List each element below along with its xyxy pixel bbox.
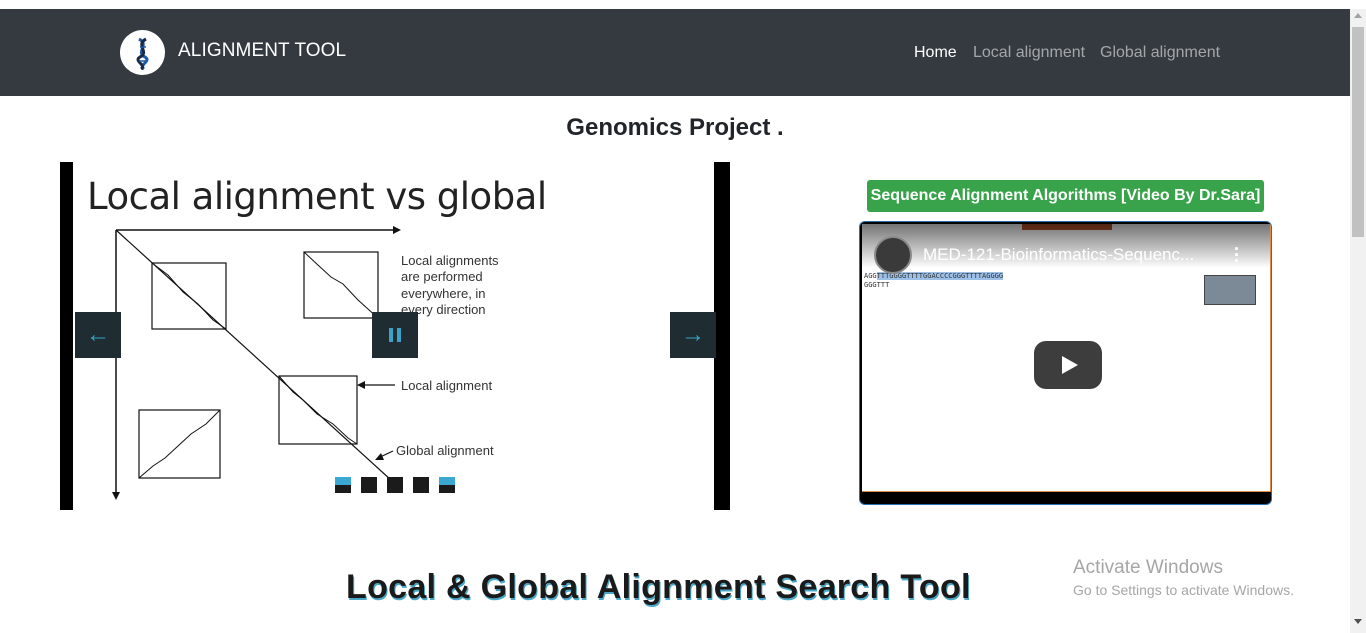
carousel-prev-button[interactable]: ← xyxy=(75,312,121,358)
page-title: Genomics Project . xyxy=(566,114,784,141)
channel-avatar[interactable] xyxy=(874,236,912,274)
play-button[interactable] xyxy=(1034,341,1102,389)
slide-label-local-desc-1: Local alignments xyxy=(401,253,499,268)
carousel-indicator-2[interactable] xyxy=(361,477,377,493)
video-title-button[interactable]: Sequence Alignment Algorithms [Video By … xyxy=(867,180,1264,212)
slide-label-global-alignment: Global alignment xyxy=(396,443,494,458)
carousel-indicators xyxy=(335,477,455,493)
slide-title: Local alignment vs global xyxy=(87,175,547,218)
sequence-line-2: GGGTTT xyxy=(864,281,890,289)
top-strip xyxy=(0,0,1366,9)
video-title[interactable]: MED-121-Bioinformatics-Sequenc... xyxy=(923,245,1194,265)
scroll-down-icon[interactable] xyxy=(1354,619,1362,624)
slide-label-local-alignment: Local alignment xyxy=(401,378,492,393)
page: ALIGNMENT TOOL Home Local alignment Glob… xyxy=(0,0,1366,633)
pause-icon xyxy=(389,328,401,342)
carousel-indicator-5[interactable] xyxy=(439,477,455,493)
slide-label-local-desc-2: are performed xyxy=(401,269,483,284)
arrow-right-icon: → xyxy=(681,321,705,348)
navbar: ALIGNMENT TOOL Home Local alignment Glob… xyxy=(0,9,1350,96)
video-embed[interactable]: AGGTTTGGGGTTTTGGACCCCGGGTTTTAGGGG GGGTTT… xyxy=(859,221,1272,505)
slide-label-local-desc-3: everywhere, in xyxy=(401,286,486,301)
arrow-left-icon: ← xyxy=(86,321,110,348)
carousel-indicator-3[interactable] xyxy=(387,477,403,493)
page-scrollbar[interactable] xyxy=(1350,9,1366,633)
scroll-up-icon[interactable] xyxy=(1354,13,1362,18)
video-thumbnail[interactable]: AGGTTTGGGGTTTTGGACCCCGGGTTTTAGGGG GGGTTT… xyxy=(862,224,1271,492)
carousel-pause-button[interactable] xyxy=(372,312,418,358)
search-tool-heading: Local & Global Alignment Search Tool xyxy=(346,568,971,606)
more-options-icon[interactable]: · · · xyxy=(1234,240,1240,270)
activate-windows-subtitle: Go to Settings to activate Windows. xyxy=(1073,582,1294,598)
dna-logo-icon[interactable] xyxy=(120,30,165,75)
nav-link-global-alignment[interactable]: Global alignment xyxy=(1100,44,1220,62)
activate-windows-title: Activate Windows xyxy=(1073,557,1223,578)
carousel-indicator-4[interactable] xyxy=(413,477,429,493)
nav-link-local-alignment[interactable]: Local alignment xyxy=(973,44,1085,62)
image-carousel[interactable]: Local alignment vs global Local alignmen… xyxy=(60,162,730,510)
speaker-webcam-image xyxy=(1204,275,1256,305)
carousel-indicator-1[interactable] xyxy=(335,477,351,493)
sequence-line-1: AGGTTTGGGGTTTTGGACCCCGGGTTTTAGGGG xyxy=(864,272,1004,280)
brand-name[interactable]: ALIGNMENT TOOL xyxy=(178,40,346,62)
carousel-next-button[interactable]: → xyxy=(670,312,716,358)
nav-link-home[interactable]: Home xyxy=(914,44,957,62)
play-icon xyxy=(1062,356,1078,374)
scroll-thumb[interactable] xyxy=(1352,27,1364,237)
